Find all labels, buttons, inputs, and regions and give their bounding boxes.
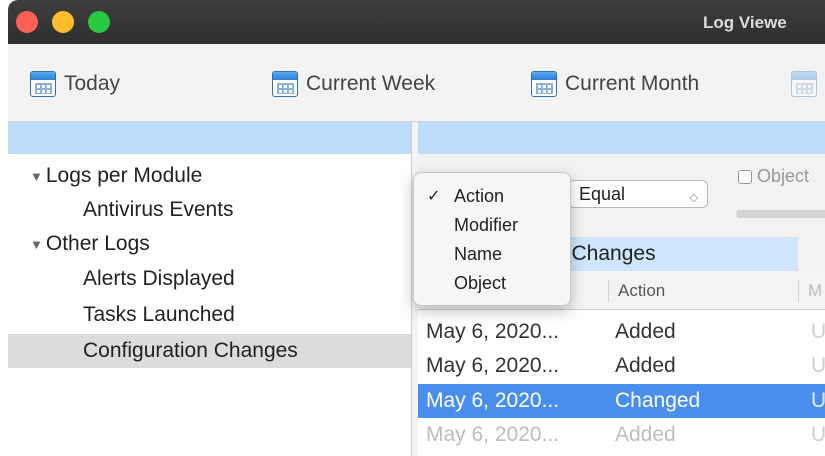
title-bar: Log Viewe	[8, 0, 825, 44]
sidebar-item-label: Configuration Changes	[83, 339, 298, 362]
menu-item-action[interactable]: ✓ Action	[414, 181, 570, 210]
main-header	[418, 122, 825, 154]
calendar-icon	[30, 71, 56, 97]
modifier-cell: U	[811, 423, 825, 446]
modifier-cell: U	[811, 320, 825, 343]
action-cell: Added	[615, 320, 676, 343]
sidebar-item-configuration-changes[interactable]: Configuration Changes	[8, 334, 411, 368]
action-cell: Changed	[615, 389, 701, 412]
modifier-cell: U	[811, 354, 825, 377]
close-window-button[interactable]	[16, 11, 38, 33]
calendar-icon	[272, 71, 298, 97]
table-row-selected[interactable]: May 6, 2020... Changed U	[418, 384, 825, 418]
field-popup-menu: ✓ Action Modifier Name Object	[413, 172, 571, 306]
log-table: May 6, 2020... Added U May 6, 2020... Ad…	[418, 310, 825, 456]
menu-item-label: Modifier	[454, 215, 519, 235]
sidebar-item-tasks-launched[interactable]: Tasks Launched	[8, 298, 411, 332]
window-title: Log Viewe	[703, 13, 787, 32]
condition-select[interactable]: Equal ◇	[568, 180, 708, 208]
sidebar-item-label: Antivirus Events	[83, 198, 234, 221]
table-row[interactable]: May 6, 2020... Added U	[418, 315, 825, 349]
slider[interactable]	[736, 210, 825, 218]
table-row[interactable]: May 6, 2020... Added U	[418, 349, 825, 383]
object-checkbox[interactable]	[738, 169, 752, 184]
disclosure-triangle-icon[interactable]: ▼	[30, 169, 43, 184]
toolbar: Today Current Week Current Month	[8, 44, 825, 122]
menu-item-label: Action	[454, 186, 505, 206]
menu-item-modifier[interactable]: Modifier	[414, 210, 570, 239]
sidebar-group-logs-per-module[interactable]: ▼ Logs per Module	[8, 159, 411, 193]
minimize-window-button[interactable]	[52, 11, 74, 33]
sidebar: ▼ Logs per Module Antivirus Events ▼ Oth…	[8, 122, 412, 456]
date-cell: May 6, 2020...	[426, 354, 560, 377]
menu-item-name[interactable]: Name	[414, 239, 570, 268]
app-window: Log Viewe Today Current Week Current Mon…	[8, 0, 825, 456]
checkmark-icon: ✓	[427, 188, 441, 205]
sidebar-group-other-logs[interactable]: ▼ Other Logs	[8, 227, 411, 261]
column-header-modifier[interactable]: M	[808, 281, 822, 301]
action-cell: Added	[615, 423, 676, 446]
disclosure-triangle-icon[interactable]: ▼	[30, 237, 43, 252]
current-week-label: Current Week	[306, 72, 436, 95]
zoom-window-button[interactable]	[88, 11, 110, 33]
modifier-cell: U	[811, 389, 825, 412]
sidebar-group-label: Other Logs	[45, 232, 150, 255]
column-separator	[798, 280, 799, 302]
current-month-label: Current Month	[565, 72, 700, 95]
sidebar-item-label: Alerts Displayed	[83, 267, 235, 290]
sidebar-group-label: Logs per Module	[45, 164, 203, 187]
today-button[interactable]: Today	[30, 70, 120, 98]
column-header-action[interactable]: Action	[618, 281, 665, 301]
calendar-icon	[791, 71, 817, 97]
date-cell: May 6, 2020...	[426, 423, 560, 446]
sidebar-item-alerts-displayed[interactable]: Alerts Displayed	[8, 262, 411, 296]
toolbar-overflow-button[interactable]	[791, 70, 817, 98]
current-week-button[interactable]: Current Week	[272, 70, 435, 98]
condition-select-value: Equal	[579, 184, 626, 204]
object-checkbox-label: Object	[757, 166, 810, 186]
object-checkbox-row[interactable]: Object	[738, 166, 809, 187]
menu-item-label: Name	[454, 244, 503, 264]
column-separator	[608, 280, 609, 302]
current-month-button[interactable]: Current Month	[531, 70, 699, 98]
sidebar-item-antivirus-events[interactable]: Antivirus Events	[8, 193, 411, 227]
menu-item-object[interactable]: Object	[414, 268, 570, 297]
menu-item-label: Object	[454, 273, 507, 293]
stepper-arrows-icon: ◇	[689, 192, 698, 204]
calendar-icon	[531, 71, 557, 97]
sidebar-header	[8, 122, 411, 154]
today-label: Today	[64, 72, 121, 95]
action-cell: Added	[615, 354, 676, 377]
date-cell: May 6, 2020...	[426, 320, 560, 343]
sidebar-item-label: Tasks Launched	[83, 303, 235, 326]
date-cell: May 6, 2020...	[426, 389, 560, 412]
table-row[interactable]: May 6, 2020... Added U	[418, 418, 825, 452]
